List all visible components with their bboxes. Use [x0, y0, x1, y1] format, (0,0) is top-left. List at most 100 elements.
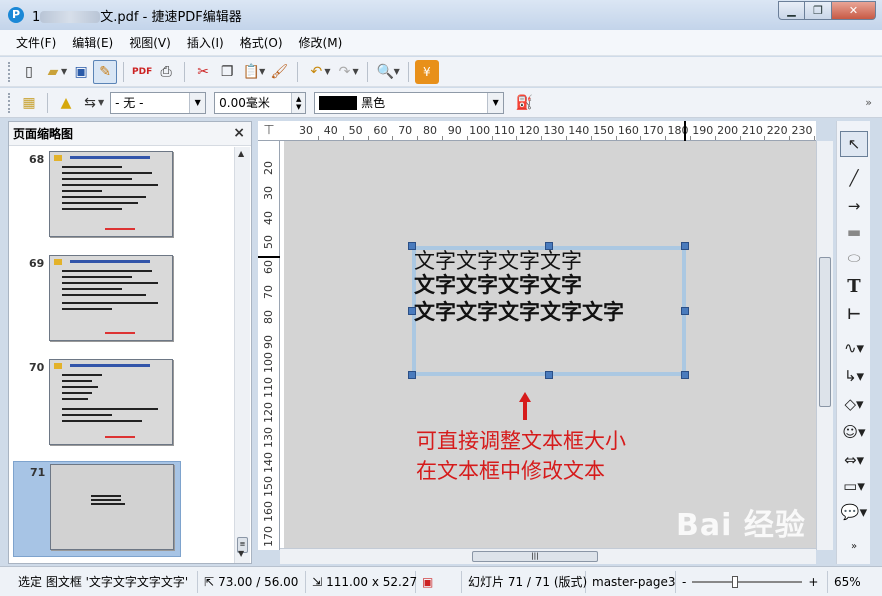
resize-handle[interactable] [408, 371, 416, 379]
redo-dropdown-icon[interactable]: ▼ [352, 67, 358, 76]
callout-icon[interactable]: 💬▾ [840, 499, 868, 525]
text-line[interactable]: 文字文字文字文字 [414, 249, 582, 273]
thumbnail-page-69[interactable]: 69 [13, 253, 181, 349]
canvas-vertical-scrollbar[interactable] [816, 141, 833, 550]
scroll-thumb[interactable] [819, 257, 831, 407]
toolbar-grip[interactable] [8, 92, 11, 113]
print-icon[interactable]: ⎙ [154, 60, 178, 84]
ruler-label: 40 [323, 124, 338, 137]
ruler-tick [318, 136, 319, 140]
chevron-down-icon[interactable]: ▼ [487, 92, 504, 113]
scroll-down-icon[interactable]: ▼ [238, 549, 244, 558]
zoom-slider[interactable] [692, 575, 803, 588]
line-style-value: - 无 - [115, 96, 144, 110]
ellipse-icon[interactable]: ⬭ [840, 245, 868, 271]
ruler-tick [739, 136, 741, 140]
zoom-out-button[interactable]: - [682, 575, 686, 589]
ruler-tick [417, 136, 419, 140]
ruler-tick [814, 136, 815, 140]
text-line[interactable]: 文字文字文字文字文字 [414, 300, 624, 324]
menu-insert[interactable]: 插入(I) [179, 34, 232, 51]
ruler-label: 160 [617, 124, 639, 137]
minimize-button[interactable]: ▁ [778, 1, 805, 20]
thumbnail-page-68[interactable]: 68 [13, 149, 181, 245]
page-number: 70 [29, 361, 45, 374]
format-paintbrush-icon[interactable]: 🖌 [267, 60, 291, 84]
close-button[interactable]: ✕ [832, 1, 876, 20]
ruler-label: 130 [262, 426, 275, 448]
thumbnail-page-70[interactable]: 70 [13, 357, 181, 453]
overflow-chevron-icon[interactable]: » [865, 96, 872, 109]
line-color-icon[interactable]: ▲ [54, 91, 78, 115]
new-document-icon[interactable]: ▯ [17, 60, 41, 84]
line-color-select[interactable]: 黑色 ▼ [314, 91, 505, 114]
arrow-style-dropdown-icon[interactable]: ▼ [98, 98, 104, 107]
menu-modify[interactable]: 修改(M) [291, 34, 351, 51]
close-icon[interactable]: × [233, 125, 245, 141]
fill-bucket-icon[interactable]: ⛽ [512, 91, 536, 115]
symbol-shapes-icon[interactable]: ☺▾ [840, 419, 868, 445]
menu-view[interactable]: 视图(V) [121, 34, 179, 51]
toolbar-grip[interactable] [8, 61, 11, 82]
ruler-tick [541, 136, 543, 140]
size-status: ⇲ 111.00 x 52.27 [306, 570, 417, 593]
ruler-label: 50 [348, 124, 363, 137]
curve-tool-icon[interactable]: ∿▾ [840, 335, 868, 361]
scroll-thumb[interactable]: ||| [472, 551, 598, 562]
export-pdf-icon[interactable]: PDF [130, 60, 154, 84]
menu-edit[interactable]: 编辑(E) [64, 34, 121, 51]
resize-handle[interactable] [681, 242, 689, 250]
thumbnail-page-71[interactable]: 71 [13, 461, 181, 557]
text-tool-icon[interactable]: T [840, 273, 868, 299]
zoom-in-button[interactable]: + [808, 575, 818, 589]
zoom-dropdown-icon[interactable]: ▼ [394, 67, 400, 76]
cut-icon[interactable]: ✂ [191, 60, 215, 84]
save-icon[interactable]: ▣ [69, 60, 93, 84]
edit-icon[interactable]: ✎ [93, 59, 118, 84]
vip-icon[interactable]: ¥ [414, 59, 439, 84]
rectangle-icon[interactable]: ▬ [840, 219, 868, 245]
copy-icon[interactable]: ❐ [215, 60, 239, 84]
thumbnail-scrollbar[interactable]: ▲ ≡ ▼ [234, 147, 250, 563]
ruler-label: 40 [262, 210, 275, 225]
arrow-line-icon[interactable]: → [840, 193, 868, 219]
ruler-label: 220 [766, 124, 788, 137]
resize-handle[interactable] [545, 371, 553, 379]
select-pointer-icon[interactable]: ↖ [840, 131, 868, 157]
ruler-label: 60 [262, 260, 275, 275]
ruler-label: 80 [423, 124, 437, 137]
ruler-label: 30 [262, 185, 275, 200]
connector-icon[interactable]: ↳▾ [840, 363, 868, 389]
ruler-label: 140 [568, 124, 590, 137]
zoom-slider-knob[interactable] [732, 575, 739, 588]
ruler-tick [442, 136, 443, 140]
line-width-stepper[interactable]: 0.00毫米 ▲ ▼ [214, 91, 307, 114]
undo-dropdown-icon[interactable]: ▼ [324, 67, 330, 76]
scroll-up-icon[interactable]: ▲ [238, 149, 244, 158]
tab-stop-icon[interactable]: ⊤ [258, 121, 280, 141]
vertical-text-icon[interactable]: ⊢ [840, 301, 868, 327]
thumbnail-panel: 页面缩略图 × 68 69 70 71 ▲ ≡ ▼ [8, 121, 252, 564]
ruler-label: 30 [299, 124, 313, 137]
text-line[interactable]: 文字文字文字文字 [414, 273, 582, 297]
block-arrows-icon[interactable]: ⇔▾ [840, 447, 868, 473]
more-tools-icon[interactable]: » [840, 533, 868, 559]
menu-format[interactable]: 格式(O) [232, 34, 291, 51]
layout-grid-icon[interactable]: ▦ [17, 91, 41, 115]
resize-handle[interactable] [681, 371, 689, 379]
basic-shapes-icon[interactable]: ◇▾ [840, 391, 868, 417]
line-style-select[interactable]: - 无 - ▼ [110, 91, 207, 114]
ruler-label: 70 [398, 124, 413, 137]
flowchart-icon[interactable]: ▭▾ [840, 473, 868, 499]
paste-dropdown-icon[interactable]: ▼ [259, 67, 265, 76]
zoom-level[interactable]: 65% [828, 571, 867, 593]
line-tool-icon[interactable]: ╱ [840, 165, 868, 191]
maximize-button[interactable]: ❐ [805, 1, 832, 20]
color-swatch [319, 95, 358, 110]
menu-file[interactable]: 文件(F) [8, 34, 64, 51]
resize-handle[interactable] [681, 307, 689, 315]
open-dropdown-icon[interactable]: ▼ [61, 67, 67, 76]
chevron-down-icon[interactable]: ▼ [189, 92, 206, 113]
canvas-horizontal-scrollbar[interactable]: ||| [280, 548, 816, 564]
spin-arrows-icon[interactable]: ▲ ▼ [291, 92, 306, 113]
